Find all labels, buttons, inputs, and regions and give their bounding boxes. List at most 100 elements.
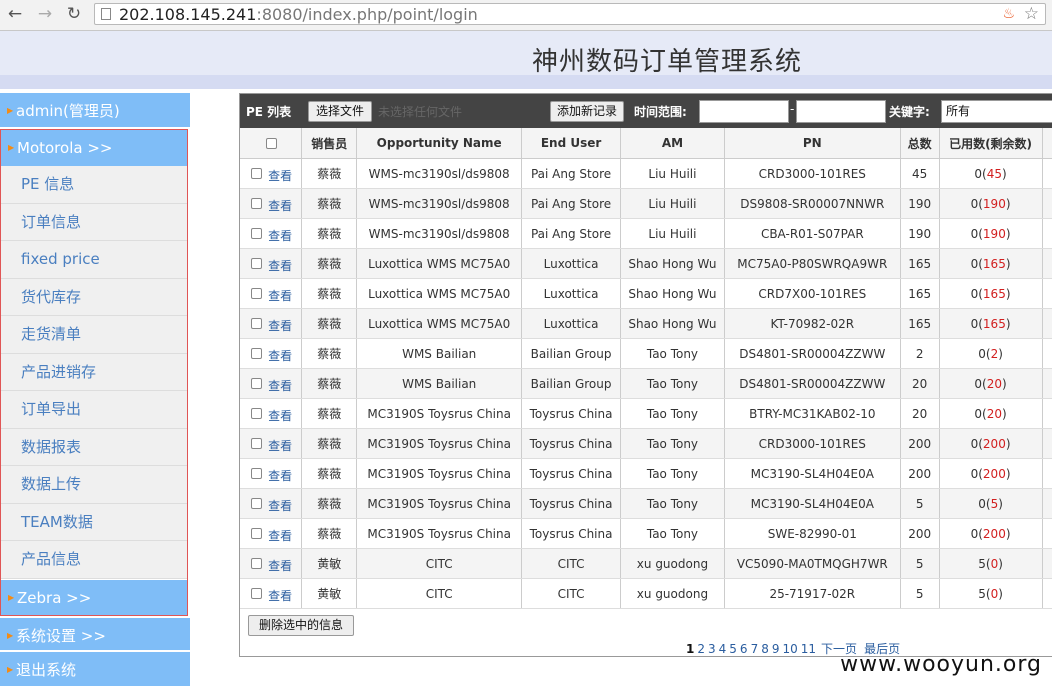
remaining-value: 190 [982,196,1006,211]
row-checkbox[interactable] [251,378,263,389]
reload-icon[interactable]: ↻ [63,3,85,25]
address-bar[interactable]: 202.108.145.241:8080/index.php/point/log… [94,3,1046,25]
sidebar: ▶ admin(管理员) ▶ Motorola >> PE 信息 订单信息 fi… [0,93,190,688]
sidebar-item-product-info[interactable]: 产品信息 [1,541,187,579]
sidebar-item-fixed-price[interactable]: fixed price [1,241,187,279]
row-checkbox[interactable] [251,258,263,269]
page-link[interactable]: 11 [801,642,816,656]
sidebar-motorola-label: Motorola >> [17,139,113,157]
sidebar-logout[interactable]: ▶ 退出系统 [0,651,190,688]
remaining-value: 200 [982,466,1006,481]
view-link[interactable]: 查看 [268,529,292,543]
cell-opportunity: WMS Bailian [356,368,523,399]
sidebar-item-pe-info[interactable]: PE 信息 [1,166,187,204]
cell-sales: 蔡薇 [301,428,358,459]
cell-sales: 蔡薇 [301,398,358,429]
sidebar-item-data-report[interactable]: 数据报表 [1,428,187,466]
view-link[interactable]: 查看 [268,559,292,573]
row-checkbox[interactable] [251,498,263,509]
page-link[interactable]: 8 [761,642,769,656]
page-link[interactable]: 7 [751,642,759,656]
view-link[interactable]: 查看 [268,229,292,243]
flame-icon[interactable]: ♨ [1002,6,1015,22]
view-link[interactable]: 查看 [268,259,292,273]
choose-file-button[interactable]: 选择文件 [308,101,372,122]
remaining-value: 2 [990,346,999,361]
page-link[interactable]: 3 [708,642,716,656]
view-link[interactable]: 查看 [268,469,292,483]
view-link[interactable]: 查看 [268,319,292,333]
row-checkbox[interactable] [251,528,263,539]
row-checkbox[interactable] [251,168,263,179]
view-link[interactable]: 查看 [268,499,292,513]
start-date-input[interactable] [699,100,789,123]
cell-opportunity: Luxottica WMS MC75A0 [356,308,523,339]
row-checkbox[interactable] [251,228,263,239]
sidebar-settings[interactable]: ▶ 系统设置 >> [0,615,190,652]
view-link[interactable]: 查看 [268,169,292,183]
bookmark-star-icon[interactable]: ☆ [1024,4,1039,24]
page-link[interactable]: 9 [772,642,780,656]
row-select-cell: 查看 [240,548,303,579]
page-link[interactable]: 1 [686,642,694,656]
row-checkbox[interactable] [251,288,263,299]
cell-used-remaining: 0(165) [939,278,1043,309]
page-link[interactable]: 4 [719,642,727,656]
row-checkbox[interactable] [251,588,263,599]
view-link[interactable]: 查看 [268,349,292,363]
sidebar-admin[interactable]: ▶ admin(管理员) [0,93,190,129]
used-value: 0 [970,316,979,331]
row-checkbox[interactable] [251,348,263,359]
sidebar-item-order-export[interactable]: 订单导出 [1,391,187,429]
page-link[interactable]: 2 [697,642,705,656]
cell-am: Tao Tony [620,518,725,549]
bullet-triangle-icon: ▶ [7,106,14,115]
cell-end-user: Bailian Group [521,368,621,399]
row-checkbox[interactable] [251,468,263,479]
add-record-button[interactable]: 添加新记录 [550,101,624,122]
page-link[interactable]: 6 [740,642,748,656]
row-checkbox[interactable] [251,558,263,569]
remaining-value: 200 [982,526,1006,541]
cell-used-remaining: 0(165) [939,248,1043,279]
sidebar-item-team-data[interactable]: TEAM数据 [1,503,187,541]
page-link[interactable]: 5 [729,642,737,656]
view-link[interactable]: 查看 [268,439,292,453]
view-link[interactable]: 查看 [268,409,292,423]
column-header-am: AM [620,128,725,159]
delete-selected-button[interactable]: 删除选中的信息 [248,615,354,636]
keyword-select[interactable]: 所有 [941,100,1052,123]
select-all-checkbox[interactable] [266,138,278,149]
row-checkbox[interactable] [251,318,263,329]
sidebar-zebra[interactable]: ▶ Zebra >> [1,578,187,615]
row-checkbox[interactable] [251,438,263,449]
sidebar-item-product-inventory[interactable]: 产品进销存 [1,353,187,391]
row-checkbox[interactable] [251,198,263,209]
column-header-pn: PN [724,128,901,159]
row-checkbox[interactable] [251,408,263,419]
cell-sales: 蔡薇 [301,458,358,489]
remaining-value: 0 [990,586,999,601]
sidebar-motorola[interactable]: ▶ Motorola >> [1,130,187,166]
table-row: 查看 蔡薇 MC3190S Toysrus China Toysrus China Ta… [240,428,1052,459]
cell-end-user: Luxottica [521,308,621,339]
cell-pn: SWE-82990-01 [724,518,901,549]
sidebar-item-data-upload[interactable]: 数据上传 [1,466,187,504]
view-link[interactable]: 查看 [268,199,292,213]
page-link[interactable]: 10 [782,642,797,656]
cell-end-user: Pai Ang Store [521,218,621,249]
sidebar-item-forwarder-stock[interactable]: 货代库存 [1,278,187,316]
view-link[interactable]: 查看 [268,289,292,303]
sidebar-item-order-info[interactable]: 订单信息 [1,203,187,241]
cell-used-remaining: 0(5) [939,488,1043,519]
sidebar-item-shipping-list[interactable]: 走货清单 [1,316,187,354]
table-row: 查看 蔡薇 WMS Bailian Bailian Group Tao Tony DS48… [240,368,1052,399]
back-arrow-icon[interactable]: ← [4,3,26,25]
end-date-input[interactable] [796,100,886,123]
cell-sales: 蔡薇 [301,188,358,219]
forward-arrow-icon[interactable]: → [34,3,56,25]
view-link[interactable]: 查看 [268,379,292,393]
view-link[interactable]: 查看 [268,589,292,603]
used-value: 0 [970,436,979,451]
bullet-triangle-icon: ▶ [8,592,15,602]
